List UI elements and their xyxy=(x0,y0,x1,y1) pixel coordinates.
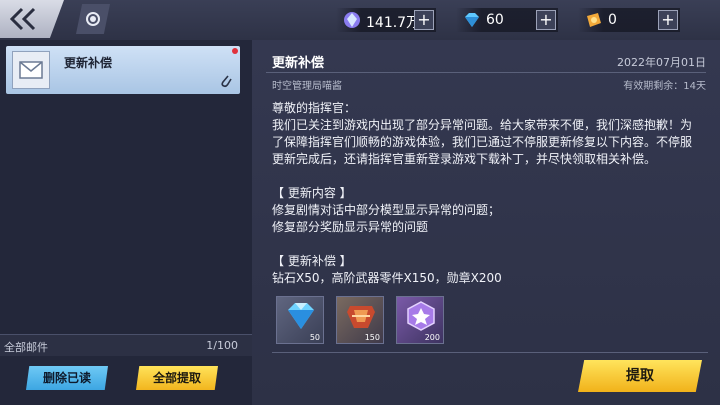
diamond-icon xyxy=(288,303,314,329)
mail-blank-line xyxy=(272,236,702,253)
delete-read-button[interactable]: 删除已读 xyxy=(26,366,108,390)
home-button[interactable] xyxy=(76,4,110,34)
mail-line: 钻石X50，高阶武器零件X150，勋章X200 xyxy=(272,271,502,285)
add-medal-button[interactable]: + xyxy=(658,10,678,30)
mail-section-header: 【 更新内容 】 xyxy=(272,186,352,200)
mail-expiry: 有效期剩余：14天 xyxy=(623,81,706,92)
mail-thumbnail xyxy=(12,51,50,89)
add-crystal-button[interactable]: + xyxy=(414,10,434,30)
mail-list-panel: 更新补偿 全部邮件 1/100 删除已读 全部提取 xyxy=(0,40,252,405)
currency-crystal: 141.7万 + xyxy=(336,8,436,32)
mail-body: 尊敬的指挥官： 我们已关注到游戏内出现了部分异常问题。给大家带来不便，我们深感抱… xyxy=(272,100,702,287)
divider xyxy=(266,72,706,73)
mail-count-label: 全部邮件 xyxy=(4,341,48,354)
currency-medal: 0 + xyxy=(578,8,680,32)
envelope-icon xyxy=(19,61,43,79)
reward-item-weapon-part[interactable]: 150 xyxy=(336,296,384,344)
mail-count-bar: 全部邮件 1/100 xyxy=(0,334,252,356)
crystal-icon xyxy=(344,12,360,28)
top-bar: 141.7万 + 60 + 0 + xyxy=(0,0,720,40)
reward-quantity: 200 xyxy=(424,333,440,342)
medal-icon xyxy=(407,301,435,331)
currency-value: 60 xyxy=(486,12,504,28)
medal-icon xyxy=(587,13,601,27)
mail-count-value: 1/100 xyxy=(206,339,238,352)
currency-diamond: 60 + xyxy=(456,8,558,32)
unread-dot xyxy=(232,48,238,54)
double-chevron-left-icon xyxy=(9,7,36,31)
reward-item-medal[interactable]: 200 xyxy=(396,296,444,344)
paperclip-icon xyxy=(221,75,232,88)
add-diamond-button[interactable]: + xyxy=(536,10,556,30)
divider xyxy=(272,352,708,353)
currency-value: 0 xyxy=(608,12,617,28)
reward-item-diamond[interactable]: 50 xyxy=(276,296,324,344)
mail-section-header: 【 更新补偿 】 xyxy=(272,254,352,268)
mail-detail-title: 更新补偿 xyxy=(272,56,325,71)
back-button[interactable] xyxy=(0,0,64,38)
mail-sender: 时空管理局喵酱 xyxy=(272,81,342,92)
mail-paragraph: 我们已关注到游戏内出现了部分异常问题。给大家带来不便，我们深感抱歉！为了保障指挥… xyxy=(272,118,693,166)
reward-quantity: 150 xyxy=(364,333,380,342)
mail-greeting: 尊敬的指挥官： xyxy=(272,101,357,115)
mail-list-item[interactable]: 更新补偿 xyxy=(6,46,240,94)
weapon-part-icon xyxy=(347,306,375,328)
mail-blank-line xyxy=(272,168,702,185)
claim-all-button[interactable]: 全部提取 xyxy=(136,366,218,390)
reward-quantity: 50 xyxy=(309,333,320,342)
currency-value: 141.7万 xyxy=(366,15,421,31)
diamond-icon xyxy=(465,13,479,27)
mail-line: 修复部分奖励显示异常的问题 xyxy=(272,220,429,234)
mail-date: 2022年07月01日 xyxy=(617,56,706,69)
mail-item-title: 更新补偿 xyxy=(64,56,113,70)
mail-line: 修复剧情对话中部分模型显示异常的问题； xyxy=(272,203,501,217)
claim-button[interactable]: 提取 xyxy=(578,360,702,392)
mail-detail-panel: 更新补偿 2022年07月01日 时空管理局喵酱 有效期剩余：14天 尊敬的指挥… xyxy=(252,40,720,405)
